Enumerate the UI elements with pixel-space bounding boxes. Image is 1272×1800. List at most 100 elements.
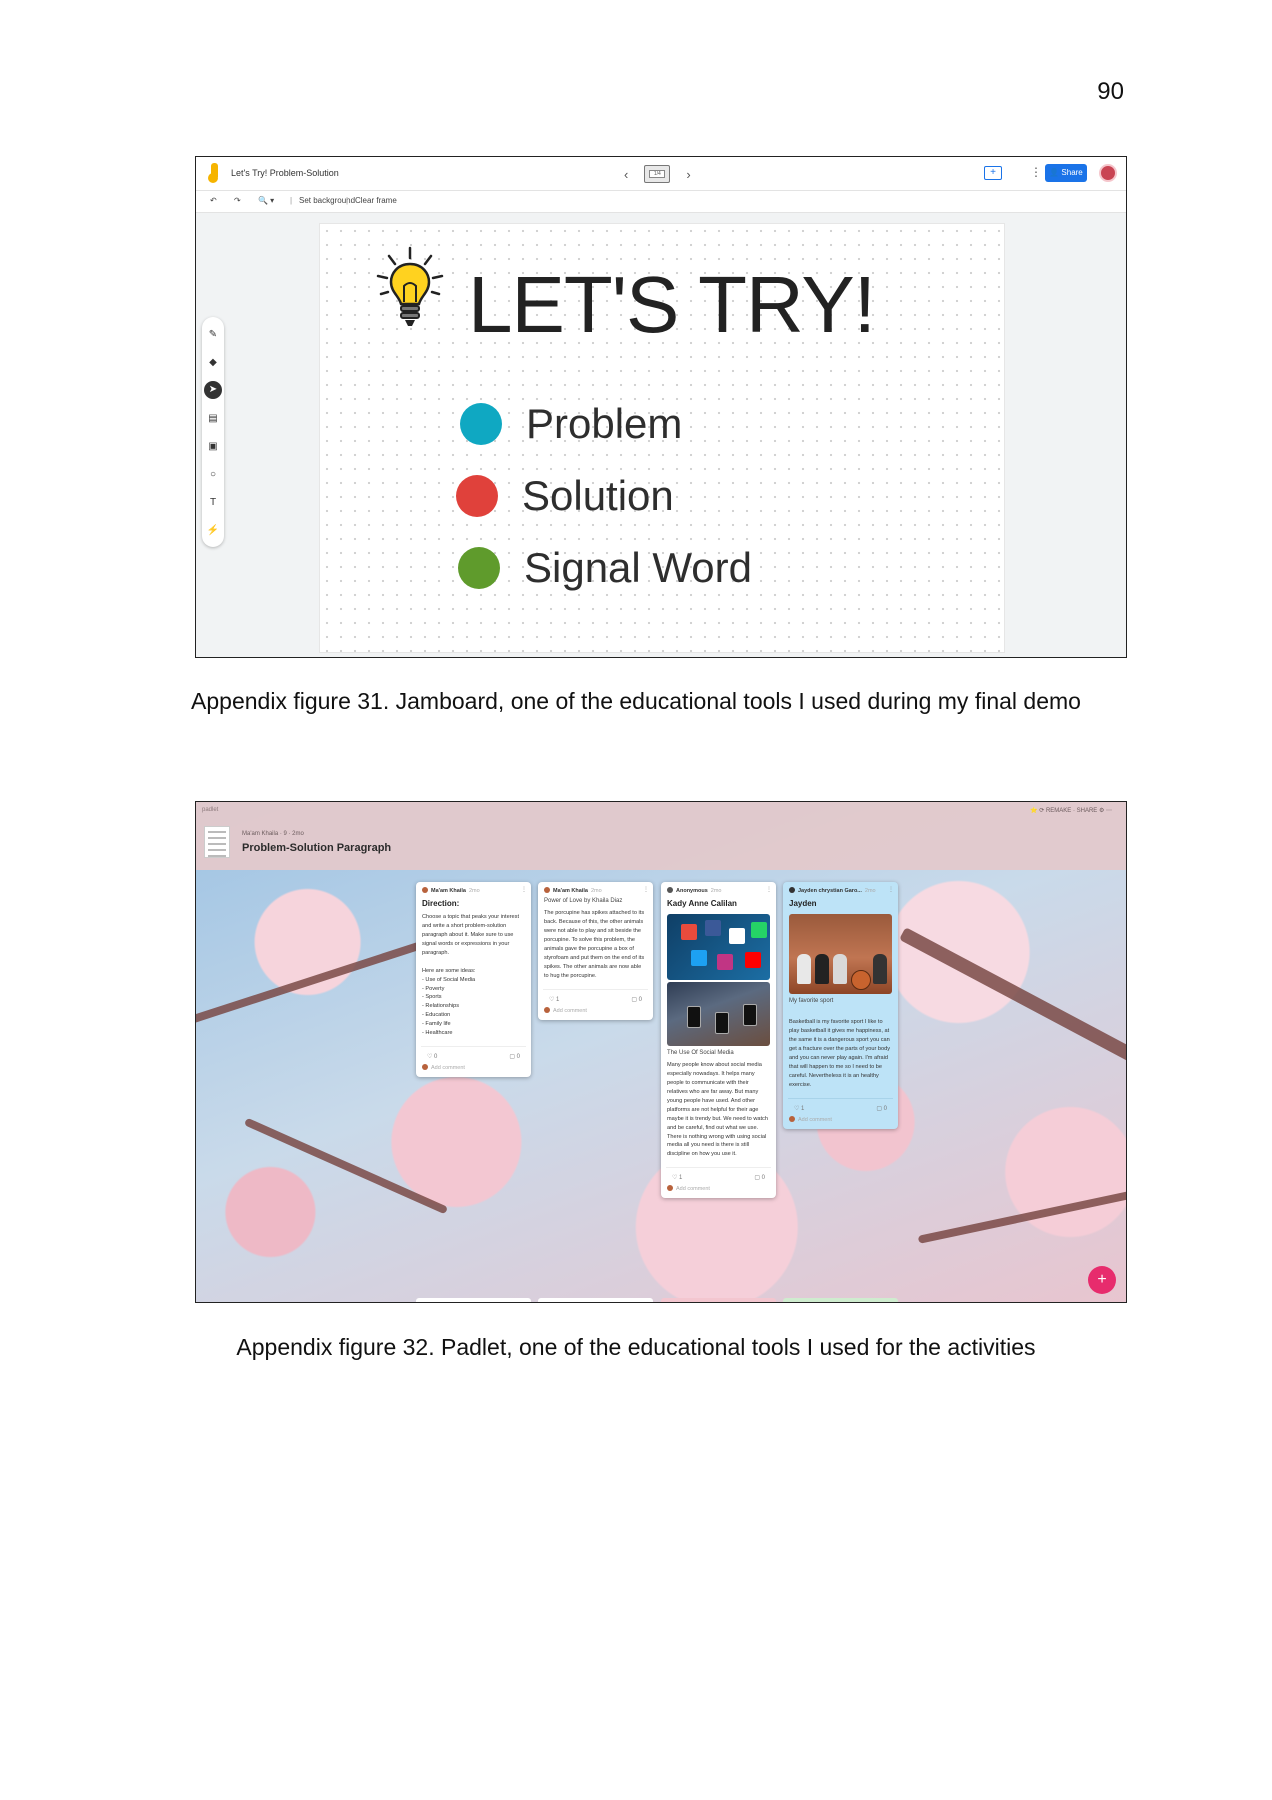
avatar: [789, 887, 795, 893]
card-body: Choose a topic that peaks your interest …: [422, 914, 520, 1037]
background-branch: [243, 1117, 449, 1215]
card-title: Direction:: [422, 899, 460, 908]
toolbar-divider: |: [346, 196, 349, 205]
comment-count-button[interactable]: ▢ 0: [754, 1174, 765, 1181]
player-figure: [797, 954, 811, 984]
more-vert-icon[interactable]: ⋮: [766, 886, 772, 893]
social-media-image: [667, 914, 770, 980]
card-reactions: ♡ 1 ▢ 0: [788, 1097, 893, 1112]
player-figure: [873, 954, 887, 984]
legend-item-problem: Problem: [460, 400, 682, 448]
more-vert-icon[interactable]: ⋮: [1030, 165, 1042, 179]
undo-icon[interactable]: ↶: [210, 196, 217, 205]
avatar: [789, 1115, 795, 1122]
eraser-icon[interactable]: ◆: [202, 357, 224, 368]
frame-thumbnail[interactable]: 1/4: [644, 165, 671, 183]
jam-title[interactable]: Let's Try! Problem-Solution: [231, 168, 339, 178]
add-post-button[interactable]: +: [1088, 1266, 1116, 1294]
app-cube-icon: [745, 952, 761, 968]
card-subtitle: My favorite sport: [789, 998, 834, 1004]
page-number: 90: [1097, 78, 1124, 105]
more-vert-icon[interactable]: ⋮: [521, 886, 527, 893]
padlet-card[interactable]: Ma'am Khaila 2mo ⋮ Power of Love by Khail…: [538, 882, 653, 1020]
add-comment-placeholder: Add comment: [431, 1065, 465, 1072]
add-image-icon[interactable]: ▣: [202, 441, 224, 452]
comment-count-button[interactable]: ▢ 0: [509, 1053, 520, 1060]
like-count: 1: [801, 1105, 805, 1112]
phones-image: [667, 982, 770, 1046]
comment-count: 0: [516, 1054, 520, 1061]
padlet-screenshot: padlet ⭐ ⟳ REMAKE · SHARE ⚙ ⋯ Ma'am Khai…: [195, 801, 1127, 1303]
background-branch: [917, 1188, 1126, 1244]
app-cube-icon: [751, 922, 767, 938]
card-reactions: ♡ 0 ▢ 0: [421, 1046, 526, 1060]
header-actions-text[interactable]: REMAKE · SHARE: [1046, 808, 1097, 814]
like-count: 1: [556, 996, 560, 1003]
circle-shape-icon[interactable]: ○: [202, 469, 224, 480]
add-comment-placeholder: Add comment: [798, 1116, 832, 1123]
select-pointer-icon[interactable]: ➤: [204, 381, 222, 399]
app-cube-icon: [681, 924, 697, 940]
avatar: [667, 1185, 673, 1192]
avatar[interactable]: [1099, 164, 1117, 182]
padlet-logo[interactable]: padlet: [202, 807, 218, 813]
padlet-title: Problem-Solution Paragraph: [242, 842, 392, 854]
card-body: Basketball is my favorite sport I like t…: [789, 1019, 891, 1088]
add-comment-field[interactable]: Add comment: [783, 1112, 898, 1129]
add-comment-field[interactable]: Add comment: [416, 1060, 531, 1077]
post-time: 2mo: [864, 888, 876, 894]
text-box-icon[interactable]: T: [202, 497, 224, 508]
padlet-card[interactable]: Jayden chrystian Garo... 2mo ⋮ Jayden My …: [783, 882, 898, 1129]
post-time: 2mo: [710, 888, 722, 894]
present-icon[interactable]: +: [984, 166, 1002, 180]
redo-icon[interactable]: ↷: [234, 196, 241, 205]
more-vert-icon[interactable]: ⋮: [643, 886, 649, 893]
like-button[interactable]: ♡ 1: [549, 996, 559, 1003]
padlet-card[interactable]: Anonymous 2mo ⋮ Kady Anne Calilan The Use…: [661, 882, 776, 1199]
toolbar-divider: |: [290, 196, 293, 205]
card-author: Ma'am Khaila 2mo: [538, 882, 653, 894]
legend-label: Signal Word: [524, 544, 753, 591]
post-time: 2mo: [468, 888, 480, 894]
player-figure: [833, 954, 847, 984]
comment-count: 0: [883, 1105, 887, 1112]
background-branch: [899, 927, 1126, 1071]
share-button[interactable]: 👤 Share: [1045, 164, 1087, 182]
like-button[interactable]: ♡ 1: [794, 1105, 804, 1112]
card-body: The porcupine has spikes attached to its…: [544, 910, 645, 979]
clear-frame-button[interactable]: Clear frame: [355, 196, 397, 205]
teal-dot-icon: [460, 403, 502, 445]
add-comment-field[interactable]: Add comment: [661, 1181, 776, 1198]
add-comment-placeholder: Add comment: [553, 1007, 587, 1014]
author-name: Jayden chrystian Garo...: [798, 888, 862, 894]
add-comment-field[interactable]: Add comment: [538, 1003, 653, 1020]
jamboard-topbar: Let's Try! Problem-Solution ‹ 1/4 › + ⋮ …: [196, 157, 1126, 191]
card-body: Many people know about social media espe…: [667, 1062, 768, 1158]
next-card-peek: [538, 1298, 653, 1302]
app-cube-icon: [705, 920, 721, 936]
padlet-card[interactable]: Ma'am Khaila 2mo ⋮ Direction: Choose a to…: [416, 882, 531, 1078]
next-card-peek: [661, 1298, 776, 1302]
comment-count-button[interactable]: ▢ 0: [631, 996, 642, 1003]
padlet-thumbnail-icon: [204, 826, 230, 858]
more-vert-icon[interactable]: ⋮: [888, 886, 894, 893]
chevron-right-icon[interactable]: ›: [686, 167, 690, 182]
post-time: 2mo: [590, 888, 602, 894]
chevron-left-icon[interactable]: ‹: [624, 167, 628, 182]
like-button[interactable]: ♡ 1: [672, 1174, 682, 1181]
sticky-note-icon[interactable]: ▤: [202, 413, 224, 424]
next-card-peek: [416, 1298, 531, 1302]
jamboard-screenshot: Let's Try! Problem-Solution ‹ 1/4 › + ⋮ …: [195, 156, 1127, 658]
zoom-icon[interactable]: 🔍 ▾: [258, 196, 274, 205]
pen-icon[interactable]: ✎: [202, 329, 224, 340]
laser-icon[interactable]: ⚡: [202, 525, 224, 536]
basketball-icon: [851, 970, 871, 990]
comment-count: 0: [761, 1175, 765, 1182]
like-button[interactable]: ♡ 0: [427, 1053, 437, 1060]
comment-count-button[interactable]: ▢ 0: [876, 1105, 887, 1112]
next-card-peek: [783, 1298, 898, 1302]
padlet-header-actions: ⭐ ⟳ REMAKE · SHARE ⚙ ⋯: [1030, 808, 1112, 814]
frame-counter: 1/4: [649, 170, 666, 178]
jamboard-canvas[interactable]: LET'S TRY! Problem Solution Signal Word: [319, 223, 1005, 653]
card-author: Ma'am Khaila 2mo: [416, 882, 531, 894]
